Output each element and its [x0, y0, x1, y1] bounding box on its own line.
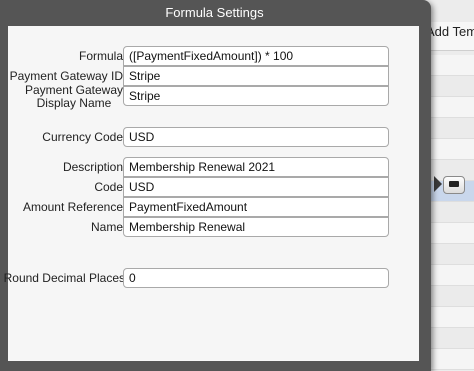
gateway-display-name-label-line2: Display Name	[36, 96, 112, 110]
amount-reference-row: Amount Reference PaymentFixedAmount	[8, 197, 419, 217]
dialog-body: Formula ([PaymentFixedAmount]) * 100 Pay…	[4, 26, 419, 361]
list-item[interactable]	[428, 307, 474, 328]
list-item[interactable]	[428, 118, 474, 139]
name-row: Name Membership Renewal	[8, 217, 419, 237]
formula-settings-dialog: Formula Settings Formula ([PaymentFixedA…	[0, 0, 431, 371]
list-item[interactable]	[428, 328, 474, 349]
formula-field[interactable]: ([PaymentFixedAmount]) * 100	[123, 46, 389, 66]
round-decimal-places-field[interactable]: 0	[123, 268, 389, 288]
list-item[interactable]	[428, 55, 474, 76]
description-row: Description Membership Renewal 2021	[8, 157, 419, 177]
popover-pointer-icon	[434, 176, 442, 192]
gateway-display-name-row: Payment Gateway Display Name Stripe	[8, 84, 419, 110]
formula-label: Formula	[78, 49, 123, 63]
gateway-display-name-label: Payment Gateway Display Name	[25, 84, 123, 110]
list-item[interactable]	[428, 97, 474, 118]
currency-code-field[interactable]: USD	[123, 127, 389, 147]
add-template-button[interactable]: Add Temp	[426, 24, 474, 39]
row-action-button[interactable]	[443, 176, 465, 194]
gateway-display-name-label-line1: Payment Gateway	[24, 83, 123, 97]
currency-code-row: Currency Code USD	[8, 127, 419, 147]
amount-reference-label: Amount Reference	[22, 200, 123, 214]
background-list	[428, 55, 474, 370]
amount-reference-field[interactable]: PaymentFixedAmount	[123, 197, 389, 217]
card-icon	[449, 181, 459, 187]
gateway-id-field[interactable]: Stripe	[123, 66, 389, 86]
round-decimal-places-label: Round Decimal Places	[3, 271, 125, 285]
code-field[interactable]: USD	[123, 177, 389, 197]
list-item[interactable]	[428, 244, 474, 265]
currency-code-label: Currency Code	[42, 130, 123, 144]
code-row: Code USD	[8, 177, 419, 197]
list-item[interactable]	[428, 265, 474, 286]
description-field[interactable]: Membership Renewal 2021	[123, 157, 389, 177]
list-item[interactable]	[428, 202, 474, 223]
gateway-display-name-field[interactable]: Stripe	[123, 86, 389, 106]
list-item[interactable]	[428, 223, 474, 244]
code-label: Code	[94, 180, 123, 194]
formula-row: Formula ([PaymentFixedAmount]) * 100	[8, 46, 419, 66]
list-item[interactable]	[428, 349, 474, 370]
list-item[interactable]	[428, 139, 474, 160]
description-label: Description	[62, 160, 123, 174]
name-field[interactable]: Membership Renewal	[123, 217, 389, 237]
round-decimal-places-row: Round Decimal Places 0	[4, 268, 419, 288]
list-item[interactable]	[428, 76, 474, 97]
list-item[interactable]	[428, 286, 474, 307]
dialog-title: Formula Settings	[165, 5, 264, 20]
name-label: Name	[90, 220, 123, 234]
